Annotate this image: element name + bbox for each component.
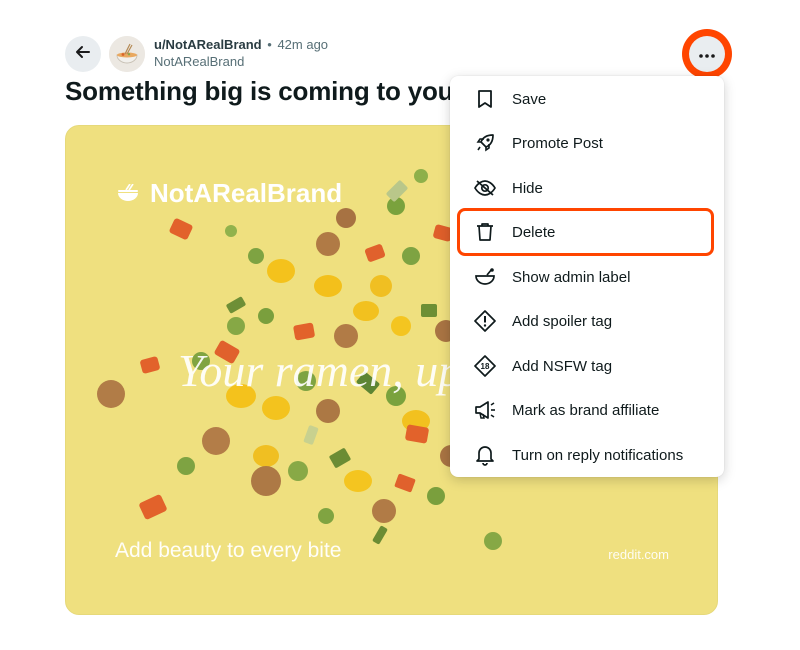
menu-item-add-spoiler-tag[interactable]: Add spoiler tag: [450, 299, 724, 343]
trash-icon: [474, 221, 496, 243]
menu-item-save[interactable]: Save: [450, 77, 724, 121]
ellipsis-icon: [699, 45, 715, 63]
media-brand-row: NotARealBrand: [116, 178, 342, 209]
post-author[interactable]: u/NotARealBrand: [154, 37, 262, 52]
menu-item-label: Save: [512, 90, 547, 108]
spoiler-icon: [474, 310, 496, 332]
menu-item-label: Add spoiler tag: [512, 312, 613, 330]
post-meta: u/NotARealBrand • 42m ago NotARealBrand: [154, 36, 328, 70]
mod-shield-icon: [474, 266, 496, 288]
eye-slash-icon: [474, 177, 496, 199]
back-button[interactable]: [65, 36, 101, 72]
media-footer-url: reddit.com: [608, 547, 669, 562]
menu-item-label: Mark as brand affiliate: [512, 401, 660, 419]
post-title: Something big is coming to your: [65, 76, 464, 106]
ramen-bowl-avatar: [109, 36, 145, 72]
more-button-highlight: [682, 29, 732, 79]
menu-item-add-nsfw-tag[interactable]: 18 Add NSFW tag: [450, 344, 724, 388]
svg-text:18: 18: [481, 362, 490, 371]
media-brand-name: NotARealBrand: [150, 178, 343, 208]
rocket-icon: [474, 132, 496, 154]
nsfw-18-icon: 18: [474, 355, 496, 377]
bell-icon: [474, 444, 496, 466]
menu-item-hide[interactable]: Hide: [450, 166, 724, 210]
menu-item-mark-as-brand-affiliate[interactable]: Mark as brand affiliate: [450, 388, 724, 432]
menu-item-promote-post[interactable]: Promote Post: [450, 121, 724, 165]
post-subreddit[interactable]: NotARealBrand: [154, 53, 328, 70]
menu-item-label: Hide: [512, 179, 543, 197]
menu-item-label: Add NSFW tag: [512, 357, 613, 375]
megaphone-icon: [474, 399, 496, 421]
media-tagline: Add beauty to every bite: [115, 539, 342, 562]
bookmark-icon: [474, 88, 496, 110]
menu-item-label: Promote Post: [512, 134, 603, 152]
menu-item-turn-on-reply-notifications[interactable]: Turn on reply notifications: [450, 433, 724, 477]
arrow-left-icon: [74, 43, 92, 66]
post-time: 42m ago: [277, 37, 329, 52]
menu-item-show-admin-label[interactable]: Show admin label: [450, 255, 724, 299]
menu-item-label: Show admin label: [512, 268, 631, 286]
more-options-button[interactable]: [689, 36, 725, 72]
menu-item-label: Delete: [512, 223, 556, 241]
post-options-menu: Save Promote Post Hide Delete Show admin…: [450, 76, 724, 477]
avatar[interactable]: [109, 36, 145, 72]
ramen-bowl-icon: [118, 183, 138, 201]
menu-item-delete[interactable]: Delete: [450, 210, 724, 254]
media-hero-text: Your ramen, up: [178, 345, 462, 396]
menu-item-label: Turn on reply notifications: [512, 446, 684, 464]
meta-separator: •: [267, 37, 272, 52]
